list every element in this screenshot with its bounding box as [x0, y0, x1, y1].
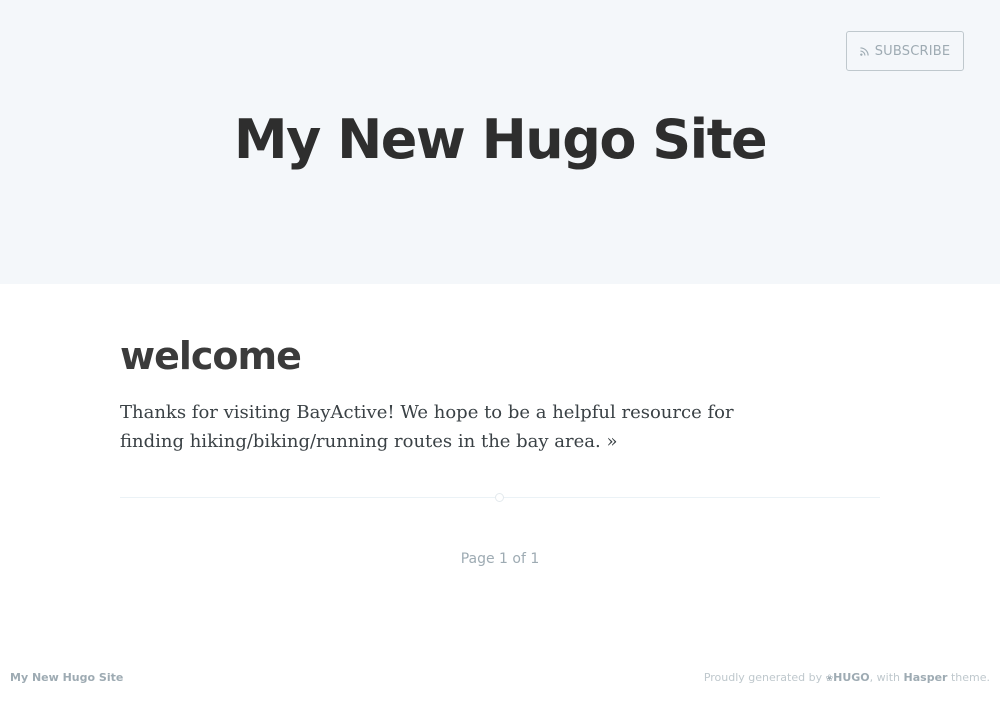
- post-title-link[interactable]: welcome: [120, 334, 880, 378]
- post-excerpt: Thanks for visiting BayActive! We hope t…: [120, 398, 800, 456]
- footer-credit-suffix: theme.: [950, 671, 990, 684]
- footer-credit-prefix: Proudly generated by: [703, 671, 823, 684]
- footer-credit-middle: , with: [869, 671, 901, 684]
- theme-link[interactable]: Hasper: [904, 671, 948, 684]
- footer-site-link[interactable]: My New Hugo Site: [10, 671, 123, 684]
- post-excerpt-text: Thanks for visiting BayActive! We hope t…: [120, 402, 734, 452]
- pagination-text: Page 1 of 1: [460, 551, 540, 567]
- post-card: welcome Thanks for visiting BayActive! W…: [120, 334, 880, 456]
- divider-dot: [495, 493, 504, 502]
- read-more-link[interactable]: »: [606, 431, 617, 452]
- subscribe-label: SUBSCRIBE: [874, 43, 951, 59]
- subscribe-button[interactable]: SUBSCRIBE: [846, 31, 964, 71]
- hugo-link[interactable]: HUGO: [833, 671, 870, 684]
- site-header: SUBSCRIBE My New Hugo Site: [0, 0, 1000, 284]
- site-title: My New Hugo Site: [233, 108, 768, 171]
- rss-icon: [859, 46, 869, 56]
- footer-credit: Proudly generated by ❀HUGO, with Hasper …: [704, 671, 990, 684]
- hugo-icon: ❀: [825, 674, 834, 684]
